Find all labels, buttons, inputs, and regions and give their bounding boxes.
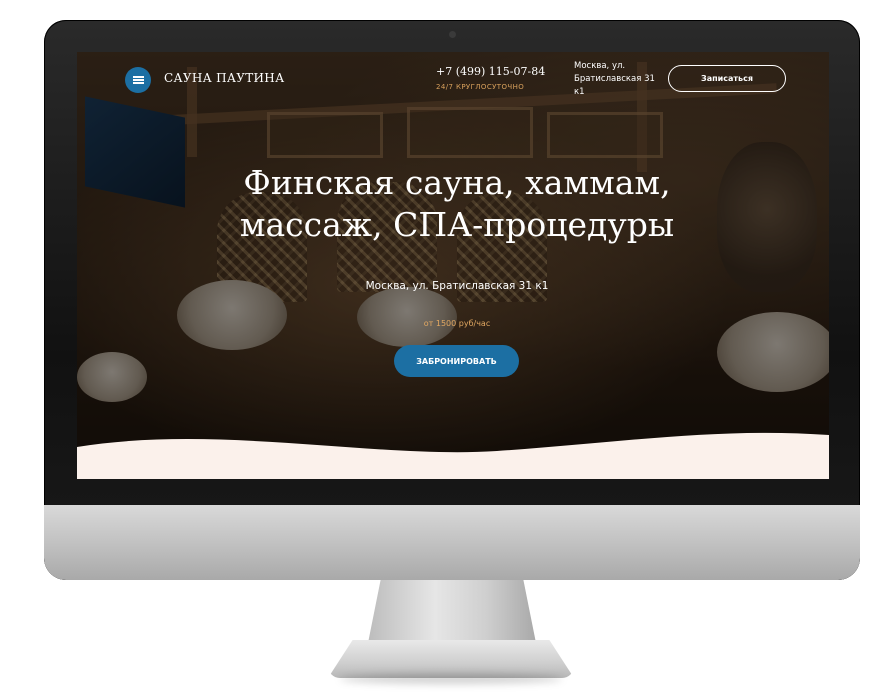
- monitor-stand-neck: [367, 580, 537, 648]
- hamburger-menu-icon[interactable]: [125, 67, 151, 93]
- hero-address: Москва, ул. Братиславская 31 к1: [365, 280, 549, 292]
- site-logo[interactable]: САУНА ПАУТИНА: [164, 71, 284, 85]
- website-screen: САУНА ПАУТИНА +7 (499) 115-07-84 24/7 КР…: [77, 52, 829, 479]
- header-address-line: к1: [574, 87, 585, 97]
- hero-title: Финская сауна, хаммам, массаж, СПА-проце…: [167, 162, 747, 246]
- book-button[interactable]: ЗАБРОНИРОВАТЬ: [394, 345, 519, 377]
- header-address-line: Братиславская 31: [574, 74, 655, 84]
- working-hours: 24/7 КРУГЛОСУТОЧНО: [436, 83, 525, 91]
- phone-link[interactable]: +7 (499) 115-07-84: [436, 65, 545, 78]
- monitor-stand-base: [328, 640, 574, 678]
- monitor-chin: [44, 505, 860, 580]
- hero-price: от 1500 руб/час: [423, 319, 491, 328]
- header-address-line: Москва, ул.: [574, 61, 626, 71]
- camera-icon: [449, 31, 456, 38]
- hero-dark-overlay: [77, 52, 829, 479]
- hero-bottom-wave: [77, 432, 829, 479]
- header-address: Москва, ул. Братиславская 31 к1: [574, 60, 664, 99]
- hero-title-line: массаж, СПА-процедуры: [239, 205, 675, 244]
- hero-title-line: Финская сауна, хаммам,: [243, 163, 671, 202]
- stand-shadow: [340, 674, 562, 684]
- signup-button[interactable]: Записаться: [668, 65, 786, 92]
